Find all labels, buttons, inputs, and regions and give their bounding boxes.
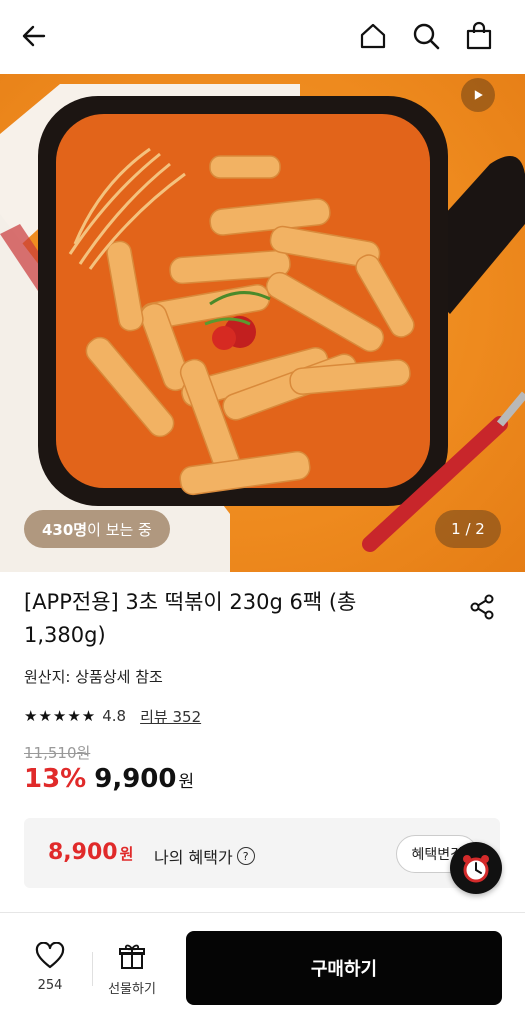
search-button[interactable]: [408, 18, 444, 54]
rating-value: 4.8: [102, 707, 127, 725]
sale-price-unit: 원: [178, 772, 195, 792]
alarm-floating-button[interactable]: [450, 842, 502, 894]
benefit-price-value: 8,900: [48, 840, 118, 865]
original-price: 11,510원: [24, 744, 91, 762]
sale-price: 9,900 원: [94, 764, 194, 794]
play-icon: [474, 90, 483, 100]
heart-icon: [35, 941, 65, 969]
top-nav-bar: [0, 0, 525, 74]
bottom-bar-divider: [0, 912, 525, 913]
help-icon[interactable]: ?: [236, 847, 255, 865]
gift-button[interactable]: 선물하기: [100, 942, 164, 997]
buy-button[interactable]: 구매하기: [186, 931, 502, 1005]
member-benefit-box: 8,900 원 나의 혜택가 ? 혜택변경: [24, 818, 500, 888]
share-button[interactable]: [467, 592, 497, 622]
tteokbokki-photo: [0, 84, 525, 572]
product-title: [APP전용] 3초 떡볶이 230g 6팩 (총 1,380g): [24, 590, 357, 647]
like-count: 254: [37, 978, 63, 993]
arrow-left-icon: [22, 25, 46, 47]
cart-button[interactable]: [461, 18, 497, 54]
rating-row: ★★★★★ 4.8 리뷰 352: [24, 705, 201, 727]
bottom-bar-separator: [92, 952, 93, 986]
gift-icon: [119, 944, 145, 969]
home-button[interactable]: [355, 18, 391, 54]
star-rating-icon: ★★★★★: [24, 707, 97, 725]
review-count-link[interactable]: 리뷰 352: [140, 706, 201, 727]
like-button[interactable]: 254: [22, 941, 78, 993]
search-icon: [413, 23, 440, 50]
benefit-label-text: 나의 혜택가: [154, 848, 233, 867]
product-image-carousel[interactable]: 430명 이 보는 중 1 / 2: [0, 74, 525, 572]
benefit-price: 8,900 원: [48, 840, 133, 865]
shopping-bag-icon: [466, 21, 492, 50]
share-icon: [470, 594, 494, 620]
benefit-label: 나의 혜택가 ?: [154, 844, 255, 868]
discount-rate: 13%: [24, 764, 87, 794]
gift-label: 선물하기: [108, 982, 156, 997]
alarm-clock-icon: [463, 855, 489, 883]
benefit-price-unit: 원: [119, 845, 134, 863]
price-row: 13% 9,900 원: [24, 764, 194, 794]
sale-price-value: 9,900: [94, 764, 177, 794]
viewer-suffix: 이 보는 중: [87, 520, 152, 539]
viewer-count: 430명: [42, 520, 88, 539]
carousel-page-indicator: 1 / 2: [435, 510, 501, 548]
back-button[interactable]: [16, 18, 52, 54]
live-viewer-badge: 430명 이 보는 중: [24, 510, 170, 548]
video-play-button[interactable]: [461, 78, 495, 112]
home-icon: [360, 23, 386, 49]
origin-info: 원산지: 상품상세 참조: [24, 668, 163, 686]
